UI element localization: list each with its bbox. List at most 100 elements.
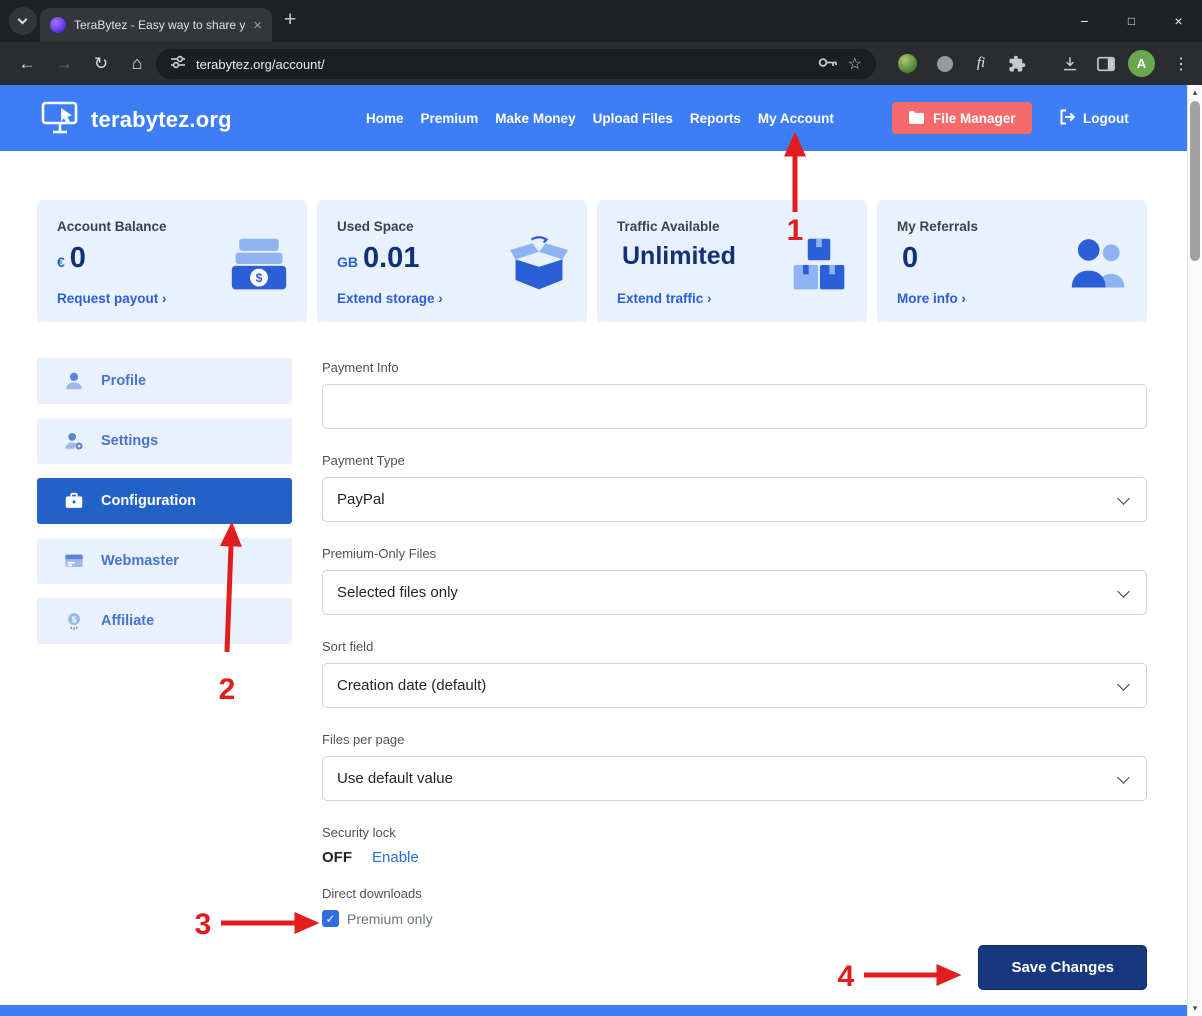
sidebar-item-label: Webmaster [101,553,179,569]
payment-info-label: Payment Info [322,360,1147,375]
nav-item-premium[interactable]: Premium [421,111,479,126]
scrollbar-up-arrow-icon[interactable] [1188,87,1202,98]
save-changes-button[interactable]: Save Changes [978,945,1147,990]
bookmark-star-icon[interactable] [848,54,862,74]
selected-value: Use default value [337,770,453,787]
nav-item-home[interactable]: Home [366,111,404,126]
files-per-page-select[interactable]: Use default value [322,756,1147,801]
files-per-page-label: Files per page [322,732,1147,747]
window-minimize-button[interactable] [1061,0,1108,42]
selected-value: PayPal [337,491,385,508]
currency-prefix: € [57,254,65,270]
configuration-form: Payment Info Payment Type PayPal Premium… [322,360,1147,990]
premium-only-files-select[interactable]: Selected files only [322,570,1147,615]
new-tab-button[interactable] [284,8,296,32]
downloads-icon[interactable] [1053,42,1087,85]
extend-storage-link[interactable]: Extend storage [337,291,443,306]
window-controls [1061,0,1202,42]
stats-cards: Account Balance € 0 Request payout $ Use… [37,200,1147,322]
user-gear-icon [63,430,85,452]
file-manager-button[interactable]: File Manager [892,102,1032,134]
profile-avatar[interactable]: A [1128,50,1155,77]
premium-only-files-label: Premium-Only Files [322,546,1147,561]
extension-globe-icon[interactable] [892,42,922,85]
window-maximize-button[interactable] [1108,0,1155,42]
user-icon [63,370,85,392]
sidebar-item-settings[interactable]: Settings [37,418,292,464]
card-title: Used Space [337,219,414,234]
browser-toolbar: terabytez.org/account/ A [0,42,1202,85]
home-button[interactable] [120,42,154,85]
tab-title: TeraBytez - Easy way to share y [74,18,245,32]
site-header: terabytez.org Home Premium Make Money Up… [0,85,1187,151]
sidebar-item-webmaster[interactable]: Webmaster [37,538,292,584]
card-account-balance: Account Balance € 0 Request payout $ [37,200,307,322]
sidebar-item-affiliate[interactable]: $ Affiliate [37,598,292,644]
sort-field-select[interactable]: Creation date (default) [322,663,1147,708]
reload-button[interactable] [84,42,118,85]
site-settings-icon[interactable] [170,54,186,75]
parcel-boxes-icon [789,236,849,292]
extensions-puzzle-icon[interactable] [1002,42,1032,85]
open-box-icon [509,236,569,292]
browser-tab[interactable]: TeraBytez - Easy way to share y [40,8,272,42]
payment-info-input[interactable] [322,384,1147,429]
card-my-referrals: My Referrals 0 More info [877,200,1147,322]
card-value: € 0 [57,244,86,273]
card-title: Account Balance [57,219,167,234]
extend-traffic-link[interactable]: Extend traffic [617,291,712,306]
sidebar-item-label: Settings [101,433,158,449]
card-title: My Referrals [897,219,978,234]
site-logo[interactable]: terabytez.org [40,99,232,140]
back-button[interactable] [10,42,44,85]
menu-dots-icon[interactable] [1164,42,1198,85]
avatar-letter: A [1137,56,1146,71]
window-close-button[interactable] [1155,0,1202,42]
card-value: Unlimited [617,244,736,269]
security-lock-label: Security lock [322,825,1147,840]
payment-type-select[interactable]: PayPal [322,477,1147,522]
scrollbar-thumb[interactable] [1190,101,1200,261]
nav-item-make-money[interactable]: Make Money [495,111,575,126]
card-used-space: Used Space GB 0.01 Extend storage [317,200,587,322]
tab-close-icon[interactable] [253,18,262,33]
sidebar-item-configuration[interactable]: Configuration [37,478,292,524]
people-icon [1069,236,1129,292]
url-text: terabytez.org/account/ [196,57,808,72]
folder-icon [908,110,924,127]
security-lock-enable-link[interactable]: Enable [372,849,419,866]
scrollbar-down-arrow-icon[interactable] [1188,1003,1202,1014]
account-side-menu: Profile Settings Configuration Webmaster… [37,358,292,658]
balance-value: 0 [70,244,86,273]
extension-circle-icon[interactable] [930,42,960,85]
referrals-value: 0 [902,244,918,273]
more-info-link[interactable]: More info [897,291,966,306]
nav-item-upload-files[interactable]: Upload Files [593,111,673,126]
money-box-icon: $ [229,236,289,292]
tab-search-button[interactable] [9,7,37,35]
side-panel-icon[interactable] [1089,42,1123,85]
file-manager-label: File Manager [933,111,1016,126]
selected-value: Selected files only [337,584,458,601]
address-bar[interactable]: terabytez.org/account/ [156,49,876,79]
password-key-icon[interactable] [818,55,838,73]
logout-label: Logout [1083,111,1129,126]
used-space-value: 0.01 [363,244,419,273]
svg-text:$: $ [72,615,77,624]
direct-downloads-label: Direct downloads [322,886,1147,901]
chevron-down-icon [18,15,28,25]
nav-item-my-account[interactable]: My Account [758,111,834,126]
logout-button[interactable]: Logout [1058,85,1129,151]
unit-prefix: GB [337,254,358,270]
request-payout-link[interactable]: Request payout [57,291,167,306]
main-nav: Home Premium Make Money Upload Files Rep… [366,85,834,151]
briefcase-icon [63,490,85,512]
nav-item-reports[interactable]: Reports [690,111,741,126]
card-icon [63,550,85,572]
forward-button[interactable] [47,42,81,85]
extension-fi-icon[interactable] [966,42,996,85]
sidebar-item-profile[interactable]: Profile [37,358,292,404]
premium-only-checkbox[interactable] [322,910,339,927]
page-scrollbar[interactable] [1187,85,1202,1016]
security-lock-status: OFF [322,849,352,866]
